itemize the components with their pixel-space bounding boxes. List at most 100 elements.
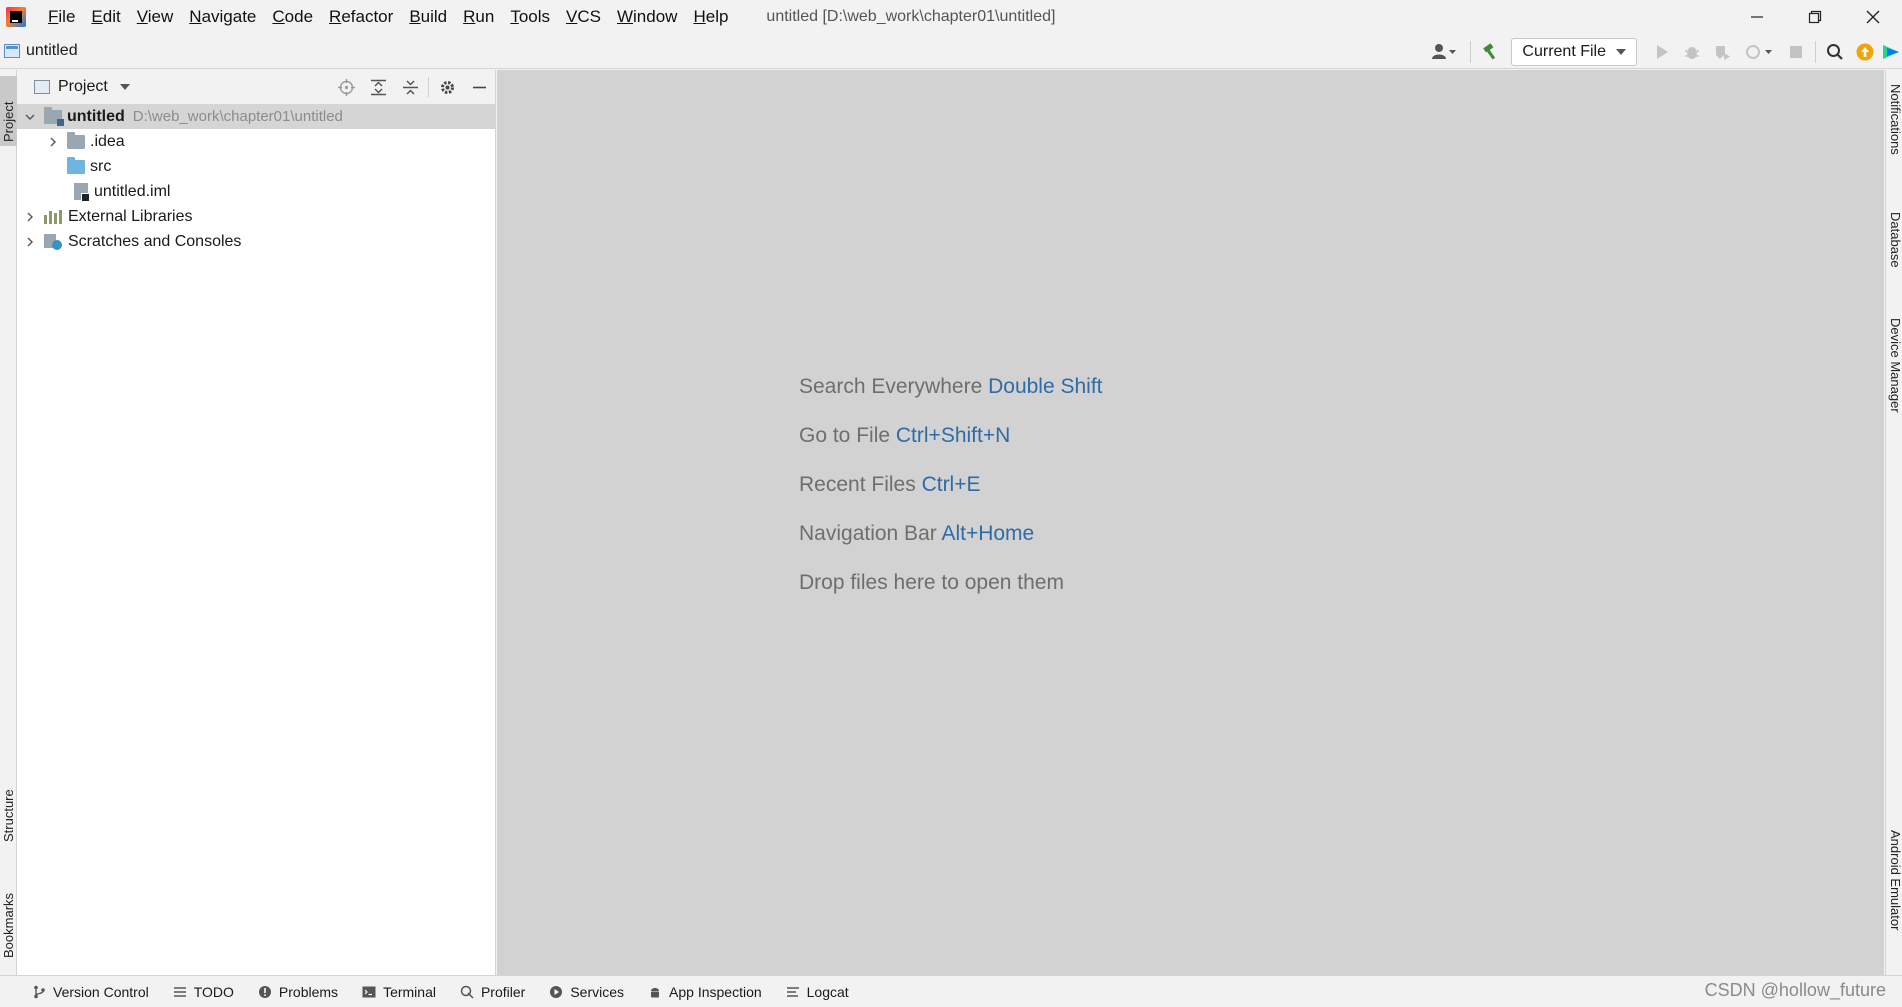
menu-help[interactable]: Help xyxy=(685,0,736,33)
coverage-button[interactable] xyxy=(1707,37,1737,67)
hint-shortcut: Ctrl+Shift+N xyxy=(895,424,1011,447)
tool-tab-services[interactable]: Services xyxy=(549,984,624,1000)
tool-tab-label: Profiler xyxy=(480,983,526,1000)
hint-text: Navigation Bar xyxy=(799,522,937,545)
hint-search-everywhere: Search Everywhere Double Shift xyxy=(799,362,1103,411)
problems-icon xyxy=(258,985,272,999)
chevron-right-icon[interactable] xyxy=(46,135,60,149)
vcs-user-button[interactable] xyxy=(1422,37,1466,67)
tool-tab-project-label: Project xyxy=(1,101,16,142)
restore-button[interactable] xyxy=(1786,0,1844,33)
tool-tab-todo[interactable]: TODO xyxy=(173,984,234,1000)
tree-node-idea[interactable]: .idea xyxy=(17,129,495,154)
tree-node-untitled[interactable]: untitled D:\web_work\chapter01\untitled xyxy=(17,104,495,129)
build-button[interactable] xyxy=(1475,37,1505,67)
hint-text: Go to File xyxy=(799,424,891,447)
list-icon xyxy=(173,985,187,999)
menu-view[interactable]: View xyxy=(129,0,182,33)
jetbrains-toolbox-button[interactable] xyxy=(1880,37,1902,67)
close-window-button[interactable] xyxy=(1844,0,1902,33)
menu-edit[interactable]: Edit xyxy=(83,0,128,33)
minimize-button[interactable] xyxy=(1728,0,1786,33)
tool-tab-logcat[interactable]: Logcat xyxy=(786,984,849,1000)
hammer-icon xyxy=(1483,42,1496,59)
hint-recent-files: Recent Files Ctrl+E xyxy=(799,460,1103,509)
menu-navigate[interactable]: Navigate xyxy=(181,0,264,33)
menu-build[interactable]: Build xyxy=(401,0,455,33)
profile-button[interactable] xyxy=(1737,37,1781,67)
tool-tab-structure-label: Structure xyxy=(1,789,16,842)
menu-tools[interactable]: Tools xyxy=(502,0,558,33)
hint-shortcut: Alt+Home xyxy=(941,522,1035,545)
navigation-bar: untitled Current File xyxy=(0,34,1902,69)
panel-actions-separator xyxy=(428,77,429,97)
hide-panel-button[interactable] xyxy=(463,70,495,104)
menu-vcs[interactable]: VCS xyxy=(558,0,609,33)
tool-tab-device-manager[interactable]: Device Manager xyxy=(1886,318,1902,438)
breadcrumb-project[interactable]: untitled xyxy=(26,42,78,60)
menu-window[interactable]: Window xyxy=(609,0,685,33)
minimize-icon xyxy=(472,86,486,88)
stop-button[interactable] xyxy=(1781,37,1811,67)
expand-all-button[interactable] xyxy=(362,70,394,104)
tree-node-path: D:\web_work\chapter01\untitled xyxy=(132,108,343,125)
tree-node-scratches[interactable]: Scratches and Consoles xyxy=(17,229,495,254)
crosshair-icon xyxy=(337,78,355,96)
tool-tab-terminal[interactable]: Terminal xyxy=(362,984,436,1000)
menu-code[interactable]: Code xyxy=(264,0,321,33)
tree-node-external-libraries[interactable]: External Libraries xyxy=(17,204,495,229)
project-view-selector[interactable]: Project xyxy=(58,78,108,96)
tool-tab-version-control[interactable]: Version Control xyxy=(32,984,149,1000)
menu-refactor[interactable]: Refactor xyxy=(321,0,401,33)
tool-tab-structure[interactable]: Structure xyxy=(0,760,17,842)
scratches-icon xyxy=(44,233,62,250)
hint-text: Drop files here to open them xyxy=(799,571,1064,594)
folder-icon xyxy=(67,131,85,149)
hint-shortcut: Double Shift xyxy=(988,375,1103,398)
bottom-tool-window-bar: Version Control TODO Problems Terminal P… xyxy=(0,975,1902,1007)
select-opened-file-button[interactable] xyxy=(330,70,362,104)
tool-tab-android-emulator[interactable]: Android Emulator xyxy=(1886,830,1902,965)
minimize-icon xyxy=(1751,15,1763,18)
hint-navigation-bar: Navigation Bar Alt+Home xyxy=(799,509,1103,558)
tool-tab-bookmarks[interactable]: Bookmarks xyxy=(0,860,17,958)
project-tree: untitled D:\web_work\chapter01\untitled … xyxy=(17,104,495,254)
search-icon xyxy=(1827,43,1843,60)
debug-button[interactable] xyxy=(1677,37,1707,67)
tool-tab-database[interactable]: Database xyxy=(1886,212,1902,288)
iml-file-icon xyxy=(74,183,90,202)
collapse-all-button[interactable] xyxy=(394,70,426,104)
restore-icon xyxy=(1808,10,1822,23)
menu-run[interactable]: Run xyxy=(455,0,502,33)
tool-tab-project[interactable]: Project xyxy=(0,76,17,146)
tree-node-src[interactable]: src xyxy=(17,154,495,179)
tool-tab-android-emulator-label: Android Emulator xyxy=(1888,830,1902,931)
editor-empty-area[interactable]: Search Everywhere Double Shift Go to Fil… xyxy=(497,70,1884,975)
breadcrumb[interactable]: untitled xyxy=(4,42,78,60)
tool-tab-app-inspection[interactable]: App Inspection xyxy=(648,984,762,1000)
tool-tab-bookmarks-label: Bookmarks xyxy=(1,892,16,958)
tree-node-untitled-iml[interactable]: untitled.iml xyxy=(17,179,495,204)
search-everywhere-button[interactable] xyxy=(1820,37,1850,67)
tree-node-label: untitled xyxy=(67,107,125,125)
run-button[interactable] xyxy=(1647,37,1677,67)
project-tool-window: Project untitled D:\web_work\chapter01\u… xyxy=(17,70,496,975)
profiler-icon xyxy=(1746,44,1772,59)
tree-node-label: untitled.iml xyxy=(94,182,171,200)
panel-options-button[interactable] xyxy=(431,70,463,104)
chevron-down-icon[interactable] xyxy=(23,110,37,124)
tool-tab-problems[interactable]: Problems xyxy=(258,984,338,1000)
window-title: untitled [D:\web_work\chapter01\untitled… xyxy=(766,7,1056,25)
chevron-down-icon[interactable] xyxy=(119,84,130,90)
title-bar: File Edit View Navigate Code Refactor Bu… xyxy=(0,0,1902,33)
chevron-right-icon[interactable] xyxy=(23,210,37,224)
update-button[interactable] xyxy=(1850,37,1880,67)
tool-tab-profiler[interactable]: Profiler xyxy=(460,984,525,1000)
menu-file[interactable]: File xyxy=(40,0,83,33)
project-panel-actions xyxy=(330,70,495,104)
chevron-right-icon[interactable] xyxy=(23,235,37,249)
tool-tab-notifications[interactable]: Notifications xyxy=(1886,84,1902,194)
tool-tab-label: App Inspection xyxy=(669,983,762,1000)
run-configuration-selector[interactable]: Current File xyxy=(1511,37,1637,66)
hint-text: Recent Files xyxy=(799,473,916,496)
